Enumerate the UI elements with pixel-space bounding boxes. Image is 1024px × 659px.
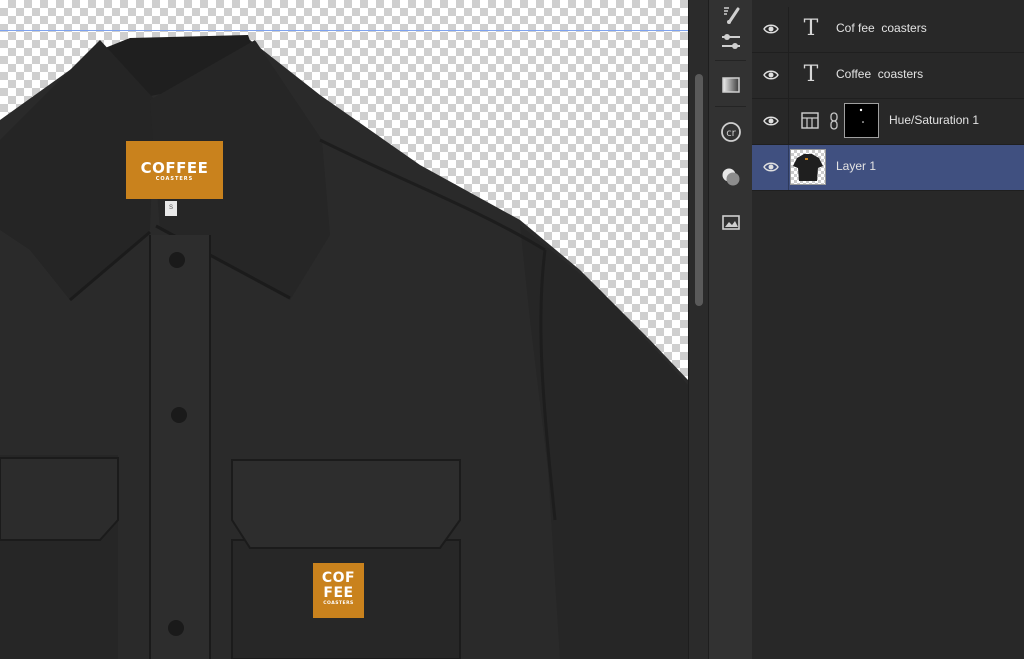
layer-name[interactable]: Layer 1 [836,159,876,173]
layer-name[interactable]: Hue/Saturation 1 [889,113,979,127]
collar-label-sub: COASTERS [155,176,194,182]
visibility-eye-icon[interactable] [763,68,779,82]
layer-row-hue-saturation[interactable]: Hue/Saturation 1 [752,99,1024,145]
blend-circles-icon[interactable] [716,162,745,191]
brush-settings-icon[interactable] [716,0,745,29]
document-canvas[interactable]: COFFEE COASTERS S COF FEE COASTERS [0,0,688,659]
layer-row-cof-fee-coasters[interactable]: T Cof fee coasters [752,7,1024,53]
visibility-eye-icon[interactable] [763,160,779,174]
adjustment-sliders-icon[interactable] [716,27,745,56]
layer-name[interactable]: Cof fee coasters [836,21,927,35]
scrollbar-thumb[interactable] [695,74,703,306]
layer-mask-thumbnail[interactable] [844,103,879,138]
pocket-label-line2: FEE [323,585,354,601]
image-frame-icon[interactable] [716,207,745,236]
layer-row-coffee-coasters[interactable]: T Coffee coasters [752,53,1024,99]
panel-tool-strip: cr [708,0,753,659]
link-chain-icon[interactable] [829,112,839,130]
text-layer-icon: T [803,16,819,41]
horizontal-guide[interactable] [0,30,688,31]
pocket-label-line1: COF [321,570,356,586]
svg-text:cr: cr [726,128,736,139]
pocket-label-sub: COASTERS [323,601,354,606]
hue-saturation-adjustment-icon[interactable] [801,112,819,129]
collar-label-brand: COFFEE [140,159,209,177]
shirt-image [0,35,688,659]
collar-label: COFFEE COASTERS [126,141,223,199]
layer-row-layer-1[interactable]: Layer 1 [752,145,1024,191]
visibility-eye-icon[interactable] [763,114,779,128]
gradient-swatch-icon[interactable] [716,70,745,99]
layer-name[interactable]: Coffee coasters [836,67,923,81]
text-layer-icon: T [803,62,819,87]
layer-thumbnail[interactable] [790,149,826,185]
layers-panel: T Cof fee coasters T Coffee coasters Hue… [752,0,1024,659]
creative-cloud-libraries-icon[interactable]: cr [716,117,745,146]
canvas-scrollbar[interactable] [688,0,709,659]
size-label: S [165,201,177,216]
visibility-eye-icon[interactable] [763,22,779,36]
pocket-label: COF FEE COASTERS [313,563,364,618]
